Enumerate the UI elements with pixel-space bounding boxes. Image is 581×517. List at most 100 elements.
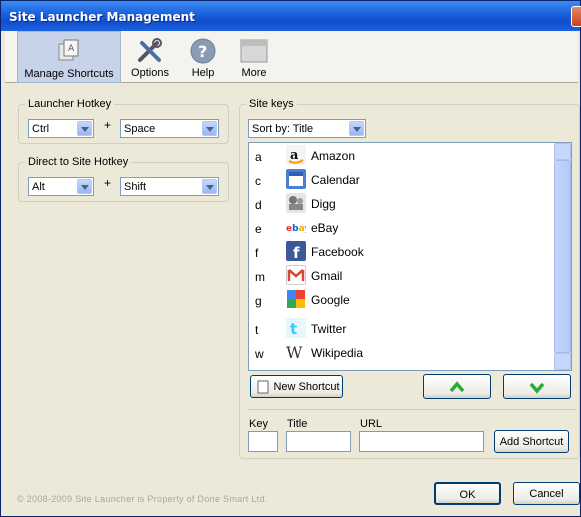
- list-item[interactable]: g Google: [249, 288, 554, 312]
- site-name: Facebook: [311, 245, 364, 259]
- key-label: Key: [249, 418, 268, 430]
- title-field[interactable]: [286, 431, 351, 452]
- launcher-modifier-value: Ctrl: [32, 123, 50, 135]
- add-shortcut-button[interactable]: Add Shortcut: [494, 430, 569, 453]
- google-icon: [286, 289, 306, 309]
- svg-text:ebay: ebay: [286, 224, 306, 234]
- site-key: c: [255, 174, 261, 188]
- url-field[interactable]: [359, 431, 484, 452]
- site-name: Calendar: [311, 173, 360, 187]
- site-key: g: [255, 294, 262, 308]
- site-key: t: [255, 323, 259, 337]
- svg-text:A: A: [68, 44, 75, 54]
- url-label: URL: [360, 418, 383, 430]
- site-name: Wikipedia: [311, 346, 364, 360]
- window-title: Site Launcher Management: [9, 10, 195, 24]
- cancel-button[interactable]: Cancel: [513, 482, 580, 505]
- new-shortcut-label: New Shortcut: [273, 381, 340, 393]
- list-item[interactable]: [249, 365, 554, 370]
- site-key: w: [255, 347, 264, 361]
- svg-text:W: W: [286, 343, 303, 362]
- more-icon: [239, 36, 269, 66]
- window: Site Launcher Management A Manage Shortc…: [0, 0, 581, 517]
- ok-label: OK: [459, 489, 476, 501]
- scroll-thumb[interactable]: [554, 160, 571, 353]
- site-key: e: [255, 222, 262, 236]
- direct-key-select[interactable]: Shift: [120, 177, 219, 196]
- chevron-down-icon[interactable]: [202, 179, 217, 194]
- chevron-down-icon[interactable]: [77, 121, 92, 136]
- direct-modifier-value: Alt: [32, 181, 45, 193]
- key-field[interactable]: [248, 431, 278, 452]
- svg-text:?: ?: [198, 42, 207, 61]
- site-name: Gmail: [311, 269, 343, 283]
- more-button[interactable]: More: [231, 31, 277, 83]
- plus-sign: +: [104, 176, 112, 190]
- site-key: f: [255, 246, 259, 260]
- svg-text:t: t: [290, 320, 297, 338]
- toolbar: A Manage Shortcuts Options ? Help More: [5, 31, 578, 83]
- direct-modifier-select[interactable]: Alt: [28, 177, 94, 196]
- site-key: d: [255, 198, 262, 212]
- help-button[interactable]: ? Help: [183, 31, 223, 83]
- launcher-key-value: Space: [124, 123, 156, 135]
- sort-select[interactable]: Sort by: Title: [248, 119, 366, 138]
- ebay-icon: ebay: [286, 217, 310, 237]
- ok-button[interactable]: OK: [434, 482, 501, 505]
- site-key: a: [255, 150, 262, 164]
- list-item[interactable]: e ebay eBay: [249, 216, 554, 240]
- sort-value: Sort by: Title: [252, 123, 314, 135]
- move-up-button[interactable]: [423, 374, 491, 399]
- chevron-down-icon[interactable]: [77, 179, 92, 194]
- amazon-icon: a: [286, 145, 306, 165]
- wikipedia-icon: W: [286, 342, 306, 362]
- move-down-button[interactable]: [503, 374, 571, 399]
- list-item[interactable]: d Digg: [249, 192, 554, 216]
- direct-key-value: Shift: [124, 181, 147, 193]
- list-item[interactable]: w W Wikipedia: [249, 341, 554, 365]
- title-bar[interactable]: Site Launcher Management: [1, 1, 581, 31]
- launcher-modifier-select[interactable]: Ctrl: [28, 119, 94, 138]
- chevron-down-icon[interactable]: [202, 121, 217, 136]
- gmail-icon: [286, 265, 306, 285]
- manage-shortcuts-button[interactable]: A Manage Shortcuts: [17, 31, 121, 83]
- site-key: m: [255, 270, 265, 284]
- close-icon[interactable]: [571, 6, 581, 27]
- list-item[interactable]: f f Facebook: [249, 240, 554, 264]
- title-label: Title: [287, 418, 308, 430]
- manage-shortcuts-icon: A: [54, 37, 84, 67]
- site-keys-list[interactable]: a a Amazon c Calendar d Digg e ebay eB: [248, 142, 572, 371]
- site-name: Google: [311, 293, 350, 307]
- svg-text:a: a: [290, 148, 299, 163]
- calendar-icon: [286, 169, 306, 189]
- launcher-hotkey-legend: Launcher Hotkey: [25, 98, 115, 110]
- site-name: eBay: [311, 221, 339, 235]
- scroll-down-icon[interactable]: [554, 353, 571, 370]
- scroll-up-icon[interactable]: [554, 143, 571, 160]
- site-name: Amazon: [311, 149, 356, 163]
- divider: [247, 409, 576, 410]
- toolbar-label: Help: [191, 67, 215, 79]
- options-button[interactable]: Options: [125, 31, 175, 83]
- site-name: Digg: [311, 197, 336, 211]
- site-keys-legend: Site keys: [246, 98, 297, 110]
- svg-text:f: f: [293, 244, 300, 261]
- cancel-label: Cancel: [529, 488, 564, 500]
- list-item[interactable]: t t Twitter: [249, 317, 554, 341]
- help-icon: ?: [188, 36, 218, 66]
- list-item[interactable]: m Gmail: [249, 264, 554, 288]
- list-item[interactable]: a a Amazon: [249, 144, 554, 168]
- chevron-down-icon[interactable]: [349, 121, 364, 136]
- youtube-icon: [286, 366, 306, 370]
- new-shortcut-button[interactable]: New Shortcut: [250, 375, 343, 398]
- site-name: Twitter: [311, 322, 347, 336]
- toolbar-label: More: [241, 67, 267, 79]
- list-scrollbar[interactable]: [554, 143, 571, 370]
- digg-icon: [286, 193, 306, 213]
- direct-hotkey-legend: Direct to Site Hotkey: [25, 156, 132, 168]
- add-shortcut-label: Add Shortcut: [499, 436, 564, 448]
- toolbar-label: Options: [131, 67, 169, 79]
- launcher-key-select[interactable]: Space: [120, 119, 219, 138]
- copyright-text: © 2008-2009 Site Launcher is Property of…: [17, 494, 268, 504]
- list-item[interactable]: c Calendar: [249, 168, 554, 192]
